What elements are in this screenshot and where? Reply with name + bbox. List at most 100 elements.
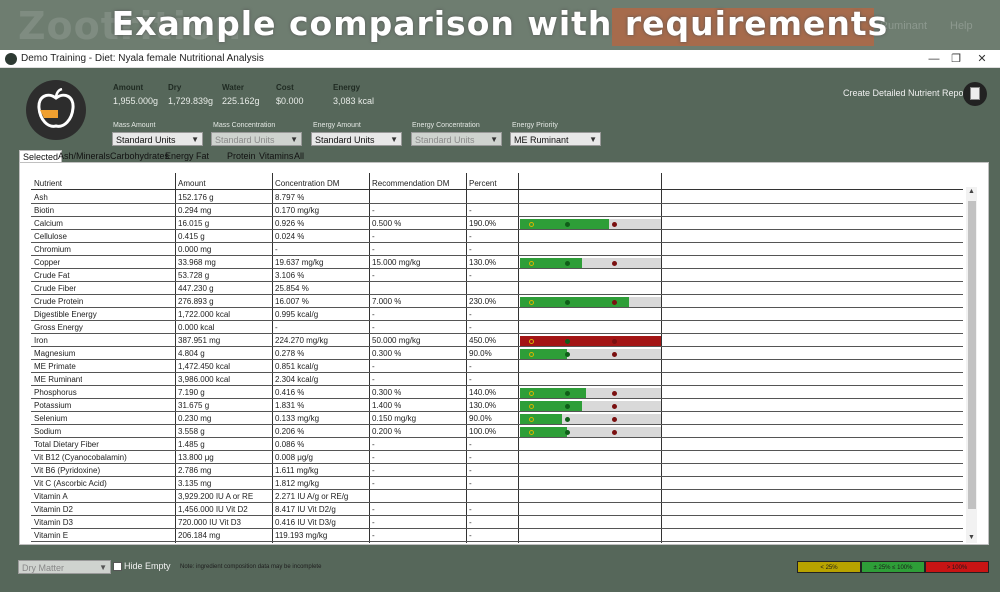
create-report-link[interactable]: Create Detailed Nutrient Report bbox=[843, 88, 969, 98]
cell-percent: - bbox=[469, 531, 472, 540]
table-row[interactable]: Crude Fat 53.728 g 3.106 % - - bbox=[31, 269, 963, 282]
close-button[interactable]: ✕ bbox=[974, 51, 990, 67]
table-row[interactable]: Iron 387.951 mg 224.270 mg/kg 50.000 mg/kg 4… bbox=[31, 334, 963, 347]
cell-amount: 0.415 g bbox=[178, 232, 205, 241]
table-row[interactable]: Vitamin D2 1,456.000 IU Vit D2 8.417 IU Vi… bbox=[31, 503, 963, 516]
table-row[interactable]: Cellulose 0.415 g 0.024 % - - bbox=[31, 230, 963, 243]
table-row[interactable]: ME Ruminant 3,986.000 kcal 2.304 kcal/g - - bbox=[31, 373, 963, 386]
cost-value: $0.000 bbox=[276, 96, 304, 106]
cell-concentration: 2.271 IU A/g or RE/g bbox=[275, 492, 349, 501]
incomplete-data-note: Note: ingredient composition data may be… bbox=[180, 564, 322, 570]
target-dot bbox=[564, 339, 570, 344]
requirement-bar bbox=[520, 388, 661, 398]
table-row[interactable]: Potassium 31.675 g 1.831 % 1.400 % 130.0% bbox=[31, 399, 963, 412]
cell-nutrient: Phosphorus bbox=[34, 388, 77, 397]
table-row[interactable]: Vitamin E 206.184 mg 119.193 mg/kg - - bbox=[31, 529, 963, 542]
basis-select[interactable]: Dry Matter ▼ bbox=[18, 560, 111, 574]
table-row[interactable]: Crude Protein 276.893 g 16.007 % 7.000 % 230… bbox=[31, 295, 963, 308]
energy-concentration-label: Energy Concentration bbox=[412, 122, 480, 129]
hide-empty-checkbox[interactable] bbox=[113, 562, 122, 571]
chevron-down-icon: ▼ bbox=[490, 135, 498, 144]
table-row[interactable]: Crude Fiber 447.230 g 25.854 % bbox=[31, 282, 963, 295]
table-row[interactable]: Copper 33.968 mg 19.637 mg/kg 15.000 mg/kg 1… bbox=[31, 256, 963, 269]
cell-percent: 190.0% bbox=[469, 219, 497, 228]
basis-value: Dry Matter bbox=[22, 563, 65, 573]
table-row[interactable]: Phosphorus 7.190 g 0.416 % 0.300 % 140.0% bbox=[31, 386, 963, 399]
cell-concentration: 0.851 kcal/g bbox=[275, 362, 319, 371]
table-row[interactable]: Digestible Energy 1,722.000 kcal 0.995 kca… bbox=[31, 308, 963, 321]
scroll-up-icon[interactable]: ▲ bbox=[966, 187, 977, 197]
cell-concentration: 0.416 IU Vit D3/g bbox=[275, 518, 336, 527]
cell-recommendation: 7.000 % bbox=[372, 297, 402, 306]
cell-concentration: 0.995 kcal/g bbox=[275, 310, 319, 319]
mass-concentration-select: Standard Units ▼ bbox=[211, 132, 302, 146]
cell-nutrient: Vit C (Ascorbic Acid) bbox=[34, 479, 107, 488]
energy-amount-select[interactable]: Standard Units ▼ bbox=[311, 132, 402, 146]
cell-concentration: 3.106 % bbox=[275, 271, 305, 280]
cell-nutrient: Crude Fiber bbox=[34, 284, 77, 293]
high-threshold-dot bbox=[612, 352, 618, 357]
table-row[interactable]: Gross Energy 0.000 kcal - - - bbox=[31, 321, 963, 334]
chevron-down-icon: ▼ bbox=[290, 135, 298, 144]
requirement-bar bbox=[520, 297, 661, 307]
cell-nutrient: ME Primate bbox=[34, 362, 76, 371]
cell-percent: - bbox=[469, 310, 472, 319]
table-row[interactable]: Vit B12 (Cyanocobalamin) 13.800 μg 0.008 μ… bbox=[31, 451, 963, 464]
table-row[interactable]: Ash 152.176 g 8.797 % bbox=[31, 191, 963, 204]
cell-percent: 450.0% bbox=[469, 336, 497, 345]
cell-recommendation: - bbox=[372, 245, 375, 254]
cell-recommendation: 1.400 % bbox=[372, 401, 402, 410]
report-document-icon bbox=[970, 87, 980, 100]
table-row[interactable]: Chromium 0.000 mg - - - bbox=[31, 243, 963, 256]
cell-nutrient: Crude Fat bbox=[34, 271, 70, 280]
scroll-thumb[interactable] bbox=[968, 201, 976, 509]
cell-nutrient: Chromium bbox=[34, 245, 71, 254]
cell-nutrient: Potassium bbox=[34, 401, 72, 410]
cell-nutrient: Gross Energy bbox=[34, 323, 83, 332]
cell-recommendation: 50.000 mg/kg bbox=[372, 336, 421, 345]
table-row[interactable]: Sodium 3.558 g 0.206 % 0.200 % 100.0% bbox=[31, 425, 963, 438]
table-row[interactable]: Total Dietary Fiber 1.485 g 0.086 % - - bbox=[31, 438, 963, 451]
cell-nutrient: Biotin bbox=[34, 206, 55, 215]
cell-amount: 3.558 g bbox=[178, 427, 205, 436]
cell-concentration: 16.007 % bbox=[275, 297, 309, 306]
table-row[interactable]: Vitamin A 3,929.200 IU A or RE 2.271 IU A/… bbox=[31, 490, 963, 503]
cell-amount: 720.000 IU Vit D3 bbox=[178, 518, 242, 527]
cell-amount: 3,986.000 kcal bbox=[178, 375, 231, 384]
cell-percent: 140.0% bbox=[469, 388, 497, 397]
table-row[interactable]: Selenium 0.230 mg 0.133 mg/kg 0.150 mg/kg 90… bbox=[31, 412, 963, 425]
mass-amount-select[interactable]: Standard Units ▼ bbox=[112, 132, 203, 146]
table-header: Nutrient Amount Concentration DM Recomme… bbox=[31, 177, 963, 190]
cell-amount: 387.951 mg bbox=[178, 336, 221, 345]
table-row[interactable]: Magnesium 4.804 g 0.278 % 0.300 % 90.0% bbox=[31, 347, 963, 360]
cell-amount: 0.294 mg bbox=[178, 206, 212, 215]
cell-concentration: 8.417 IU Vit D2/g bbox=[275, 505, 336, 514]
legend-ok: ± 25% ≤ 100% bbox=[861, 561, 925, 573]
table-row[interactable]: Vit B6 (Pyridoxine) 2.786 mg 1.611 mg/kg - - bbox=[31, 464, 963, 477]
cell-nutrient: Vitamin D2 bbox=[34, 505, 73, 514]
report-icon[interactable] bbox=[963, 82, 987, 106]
table-row[interactable]: ME Primate 1,472.450 kcal 0.851 kcal/g - - bbox=[31, 360, 963, 373]
maximize-button[interactable]: ❐ bbox=[948, 51, 964, 67]
minimize-button[interactable]: — bbox=[926, 51, 942, 67]
cell-percent: - bbox=[469, 206, 472, 215]
header-concentration: Concentration DM bbox=[275, 179, 340, 188]
cell-concentration: 19.637 mg/kg bbox=[275, 258, 324, 267]
energy-priority-select[interactable]: ME Ruminant ▼ bbox=[510, 132, 601, 146]
amount-label: Amount bbox=[113, 83, 144, 92]
banner: Zootrition Ruminant Help Example compari… bbox=[0, 0, 1000, 50]
scroll-down-icon[interactable]: ▼ bbox=[966, 533, 977, 543]
cell-amount: 206.184 mg bbox=[178, 531, 221, 540]
table-row[interactable]: Vit C (Ascorbic Acid) 3.135 mg 1.812 mg/kg… bbox=[31, 477, 963, 490]
water-value: 225.162g bbox=[222, 96, 260, 106]
target-dot bbox=[564, 261, 570, 266]
table-row[interactable]: Water Soluble Carbohydrates 0.000 g bbox=[31, 542, 963, 543]
cell-recommendation: 0.200 % bbox=[372, 427, 402, 436]
table-scrollbar[interactable]: ▲ ▼ bbox=[966, 187, 977, 543]
table-row[interactable]: Calcium 16.015 g 0.926 % 0.500 % 190.0% bbox=[31, 217, 963, 230]
cell-amount: 31.675 g bbox=[178, 401, 210, 410]
window-titlebar: Demo Training - Diet: Nyala female Nutri… bbox=[0, 50, 1000, 68]
table-row[interactable]: Biotin 0.294 mg 0.170 mg/kg - - bbox=[31, 204, 963, 217]
table-row[interactable]: Vitamin D3 720.000 IU Vit D3 0.416 IU Vit … bbox=[31, 516, 963, 529]
cell-nutrient: Vitamin E bbox=[34, 531, 69, 540]
